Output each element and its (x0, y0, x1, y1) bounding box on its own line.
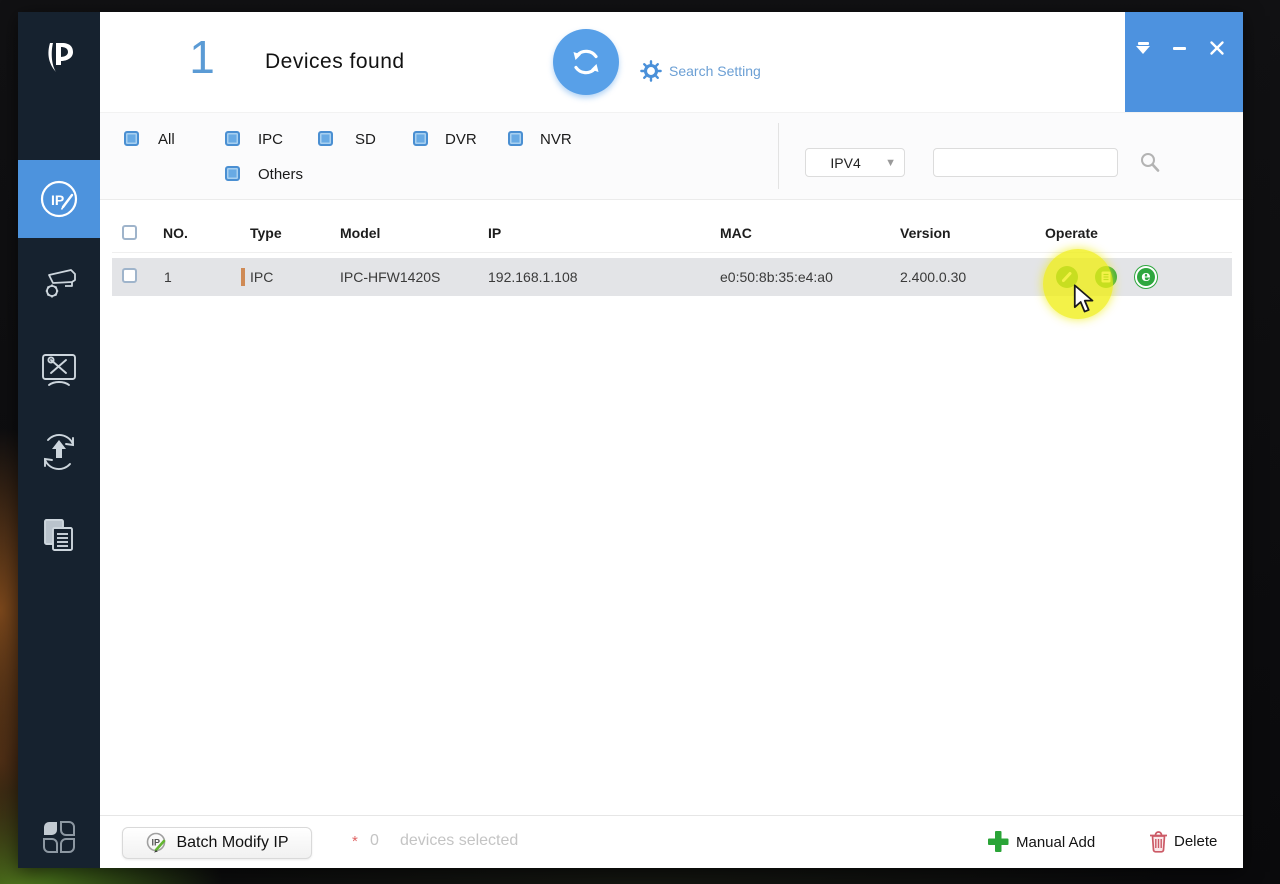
cell-no: 1 (164, 269, 172, 285)
gear-icon (640, 60, 662, 82)
search-icon[interactable] (1138, 151, 1162, 175)
ip-version-value: IPV4 (806, 155, 885, 171)
ip-config-icon: IP (33, 173, 85, 225)
select-all-checkbox[interactable] (122, 225, 137, 240)
camera-settings-icon (35, 258, 83, 306)
details-document-icon (1099, 270, 1113, 284)
header: 1 Devices found (100, 12, 1243, 112)
checkbox-dvr-label: DVR (445, 131, 477, 148)
search-setting-label: Search Setting (669, 63, 761, 79)
apps-clover-icon (36, 815, 82, 861)
checkbox-nvr-label: NVR (540, 131, 572, 148)
delete-label: Delete (1174, 833, 1217, 850)
required-marker: * (352, 833, 358, 850)
checkbox-all-label: All (158, 131, 175, 148)
checkbox-ipc[interactable] (225, 131, 240, 146)
sidebar-item-ip-config[interactable]: IP (18, 160, 100, 238)
device-count: 1 (172, 30, 232, 84)
desktop-background: IP (0, 0, 1280, 884)
monitor-tools-icon (36, 347, 82, 393)
table-row[interactable]: 1 IPC IPC-HFW1420S 192.168.1.108 e0:50:8… (112, 258, 1232, 296)
add-plus-icon (986, 829, 1010, 855)
checkbox-others-label: Others (258, 166, 303, 183)
configtool-window: IP (18, 12, 1243, 868)
refresh-icon (567, 43, 605, 81)
sidebar-item-log-files[interactable] (18, 504, 100, 568)
bottom-bar: IP Batch Modify IP * 0 devices selected … (100, 815, 1243, 868)
browser-e-icon: e (1141, 269, 1151, 284)
manual-add-button[interactable]: Manual Add (986, 829, 1095, 855)
filter-divider (778, 123, 779, 189)
sidebar-item-device-config[interactable] (18, 250, 100, 314)
batch-ip-pencil-icon: IP (145, 831, 169, 855)
web-browser-button[interactable]: e (1135, 266, 1157, 288)
selected-label: devices selected (400, 832, 518, 850)
checkbox-sd-label: SD (355, 131, 376, 148)
col-model: Model (340, 225, 380, 241)
col-ip: IP (488, 225, 501, 241)
cell-version: 2.400.0.30 (900, 269, 966, 285)
filter-bar: All IPC SD DVR NVR Others IPV4 ▼ (100, 112, 1243, 200)
close-icon (1209, 40, 1225, 56)
sidebar: IP (18, 12, 100, 868)
refresh-button[interactable] (553, 29, 619, 95)
cell-ip: 192.168.1.108 (488, 269, 578, 285)
manual-add-label: Manual Add (1016, 834, 1095, 851)
checkbox-nvr[interactable] (508, 131, 523, 146)
type-color-bar (241, 268, 245, 286)
minimize-button[interactable] (1167, 36, 1191, 60)
collapse-button[interactable] (1131, 36, 1155, 60)
devices-found-label: Devices found (265, 50, 405, 74)
sidebar-item-upgrade[interactable] (18, 420, 100, 484)
dahua-logo (18, 30, 100, 86)
trash-icon (1148, 829, 1169, 853)
batch-modify-ip-button[interactable]: IP Batch Modify IP (122, 827, 312, 859)
checkbox-others[interactable] (225, 166, 240, 181)
documents-icon (36, 513, 82, 559)
col-operate: Operate (1045, 225, 1098, 241)
checkbox-all[interactable] (124, 131, 139, 146)
search-setting[interactable]: Search Setting (640, 60, 761, 82)
cell-model: IPC-HFW1420S (340, 269, 440, 285)
upgrade-arrow-icon (35, 428, 83, 476)
row-checkbox[interactable] (122, 268, 137, 283)
delete-button[interactable]: Delete (1148, 829, 1217, 853)
checkbox-sd[interactable] (318, 131, 333, 146)
checkbox-ipc-label: IPC (258, 131, 283, 148)
col-mac: MAC (720, 225, 752, 241)
minimize-icon (1173, 47, 1186, 50)
main-panel: 1 Devices found (100, 12, 1243, 868)
col-type: Type (250, 225, 282, 241)
close-button[interactable] (1205, 36, 1229, 60)
details-button[interactable] (1095, 266, 1117, 288)
chevron-down-icon: ▼ (885, 157, 896, 169)
edit-pencil-icon (1060, 270, 1074, 284)
selected-count: 0 (370, 832, 379, 850)
cell-type: IPC (250, 269, 273, 285)
checkbox-dvr[interactable] (413, 131, 428, 146)
table-header: NO. Type Model IP MAC Version Operate (112, 213, 1232, 253)
window-controls (1125, 12, 1243, 112)
collapse-icon (1138, 42, 1149, 45)
sidebar-item-system-tools[interactable] (18, 338, 100, 402)
search-input[interactable] (933, 148, 1118, 177)
col-no: NO. (163, 225, 188, 241)
sidebar-item-apps[interactable] (18, 806, 100, 870)
edit-button[interactable] (1056, 266, 1078, 288)
col-version: Version (900, 225, 951, 241)
ip-version-dropdown[interactable]: IPV4 ▼ (805, 148, 905, 177)
batch-modify-ip-label: Batch Modify IP (176, 834, 288, 852)
svg-text:IP: IP (51, 192, 64, 208)
cell-mac: e0:50:8b:35:e4:a0 (720, 269, 833, 285)
